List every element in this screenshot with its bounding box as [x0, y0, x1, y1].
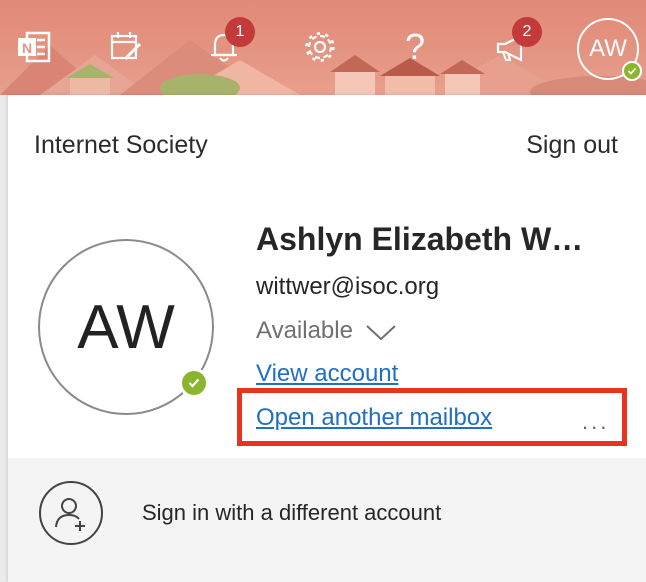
header-bar: N 1 ? 2 AW — [0, 0, 646, 95]
sign-out-link[interactable]: Sign out — [526, 131, 618, 160]
highlight-annotation-box — [237, 388, 627, 446]
calendar-edit-icon[interactable] — [104, 22, 148, 72]
onenote-icon[interactable]: N — [12, 22, 56, 72]
presence-check-icon — [622, 61, 642, 81]
presence-check-icon — [179, 368, 209, 398]
user-display-name: Ashlyn Elizabeth W… — [256, 221, 584, 257]
notification-badge: 1 — [225, 17, 255, 47]
help-icon[interactable]: ? — [393, 22, 437, 72]
add-person-icon — [39, 481, 103, 545]
presence-status-dropdown[interactable]: Available — [256, 317, 397, 345]
sign-in-different-account-label: Sign in with a different account — [142, 500, 442, 525]
announcement-badge: 2 — [512, 17, 542, 47]
view-account-link[interactable]: View account — [256, 360, 398, 388]
svg-text:N: N — [22, 40, 32, 56]
gear-icon[interactable] — [298, 22, 342, 72]
presence-status-label: Available — [256, 317, 353, 344]
chevron-down-icon — [366, 325, 396, 341]
sign-in-different-account-button[interactable]: Sign in with a different account — [8, 458, 646, 582]
user-email: wittwer@isoc.org — [256, 273, 440, 300]
organization-name: Internet Society — [34, 131, 208, 159]
account-manager-panel: Internet Society Sign out AW Ashlyn Eliz… — [8, 95, 646, 582]
